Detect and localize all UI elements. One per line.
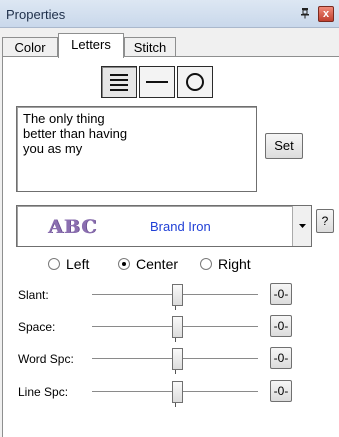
close-button[interactable]: x <box>318 6 334 22</box>
space-label: Space: <box>18 320 56 334</box>
tab-label: Letters <box>71 37 111 52</box>
tab-label: Stitch <box>133 40 167 55</box>
text-input[interactable]: The only thing better than having you as… <box>16 106 257 192</box>
radio-right-label: Right <box>218 256 251 272</box>
tab-label: Color <box>14 40 46 55</box>
word-spacing-slider-thumb[interactable] <box>172 348 183 370</box>
line-icon <box>146 81 168 83</box>
word-spacing-label: Word Spc: <box>18 352 74 366</box>
space-slider-tick <box>175 338 176 342</box>
slant-reset-button[interactable]: -0- <box>270 283 292 305</box>
radio-center-label: Center <box>136 256 179 272</box>
slant-slider-thumb[interactable] <box>172 284 183 306</box>
space-reset-button[interactable]: -0- <box>270 315 292 337</box>
circle-style-button[interactable] <box>177 66 213 98</box>
set-button[interactable]: Set <box>265 133 303 159</box>
slant-slider-tick <box>175 306 176 310</box>
tab-stitch[interactable]: Stitch <box>124 37 176 57</box>
line-spacing-slider-tick <box>175 403 176 407</box>
radio-left-label: Left <box>66 256 90 272</box>
line-spacing-slider-thumb[interactable] <box>172 381 183 403</box>
window-title: Properties <box>6 7 66 22</box>
pin-glyph <box>301 8 309 19</box>
close-icon: x <box>322 8 330 20</box>
word-spacing-reset-button[interactable]: -0- <box>270 347 292 369</box>
slant-label: Slant: <box>18 288 49 302</box>
font-help-button[interactable]: ? <box>316 209 334 233</box>
line-spacing-reset-button[interactable]: -0- <box>270 380 292 402</box>
radio-center[interactable] <box>118 258 130 270</box>
tab-letters[interactable]: Letters <box>58 33 124 58</box>
line-spacing-label: Line Spc: <box>18 385 69 399</box>
font-name: Brand Iron <box>150 219 211 234</box>
space-slider-thumb[interactable] <box>172 316 183 338</box>
pin-icon[interactable] <box>298 6 312 20</box>
word-spacing-slider-tick <box>175 370 176 374</box>
radio-left[interactable] <box>48 258 60 270</box>
font-preview: ABC <box>48 216 98 238</box>
circle-icon <box>186 73 204 91</box>
font-dropdown-button[interactable] <box>292 206 311 246</box>
line-style-button[interactable] <box>139 66 175 98</box>
tab-color[interactable]: Color <box>2 37 58 57</box>
chevron-down-icon <box>299 224 306 228</box>
lines-style-button[interactable] <box>101 66 137 98</box>
radio-right[interactable] <box>200 258 212 270</box>
lines-icon <box>110 74 128 91</box>
